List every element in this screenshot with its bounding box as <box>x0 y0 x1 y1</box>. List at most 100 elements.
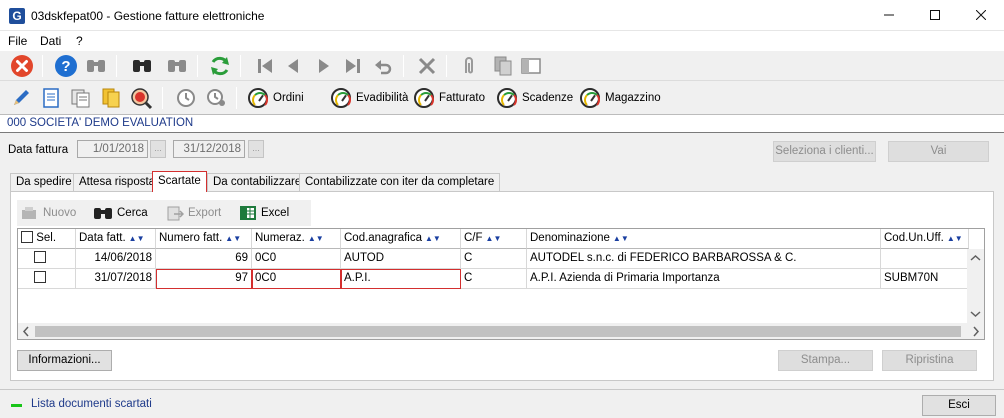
search-tool-button[interactable] <box>83 53 109 79</box>
binoculars-arrow-icon <box>168 60 186 72</box>
document-tool-button[interactable] <box>38 85 64 111</box>
last-record-button[interactable] <box>340 53 366 79</box>
date-from-picker-button[interactable]: ... <box>150 140 166 158</box>
next-record-button[interactable] <box>311 53 337 79</box>
go-button[interactable]: Vai <box>888 141 989 162</box>
scrollbar-thumb[interactable] <box>35 326 961 337</box>
export-button[interactable]: Export <box>166 203 221 223</box>
refresh-tool-button[interactable] <box>207 53 233 79</box>
sort-icon: ▲▼ <box>485 234 502 243</box>
maximize-button[interactable] <box>912 0 958 31</box>
tab-scartate[interactable]: Scartate <box>152 171 207 192</box>
excel-button[interactable]: Excel <box>239 203 289 223</box>
header-sel[interactable]: Sel. <box>18 229 76 249</box>
paperclip-icon <box>465 57 473 74</box>
toolbar-separator <box>240 55 241 77</box>
scroll-down-icon <box>970 311 981 318</box>
informazioni-button[interactable]: Informazioni... <box>17 350 112 371</box>
cell-name: AUTODEL s.n.c. di FEDERICO BARBAROSSA & … <box>527 249 881 269</box>
company-bar: 000 SOCIETA' DEMO EVALUATION <box>0 114 1004 133</box>
binoculars-icon <box>94 208 112 219</box>
find-next-tool-button[interactable] <box>164 53 190 79</box>
previous-record-button[interactable] <box>280 53 306 79</box>
evadibilita-label: Evadibilità <box>356 92 409 104</box>
select-all-checkbox[interactable] <box>21 230 33 243</box>
undo-tool-button[interactable] <box>370 53 396 79</box>
date-to-field[interactable]: 31/12/2018 <box>173 140 245 158</box>
tab-da-spedire[interactable]: Da spedire <box>10 173 78 192</box>
first-record-button[interactable] <box>252 53 278 79</box>
menu-help[interactable]: ? <box>76 34 83 48</box>
header-numeraz[interactable]: Numeraz. ▲▼ <box>252 229 341 249</box>
row-checkbox[interactable] <box>34 270 46 283</box>
attach-tool-button[interactable] <box>456 53 482 79</box>
tab-da-contabilizzare[interactable]: Da contabilizzare <box>207 173 308 192</box>
menu-file[interactable]: File <box>8 34 27 48</box>
fatturato-button[interactable]: Fatturato <box>414 87 485 109</box>
edit-tool-button[interactable] <box>8 85 34 111</box>
scroll-left-icon <box>22 326 29 337</box>
export-icon <box>167 206 184 221</box>
layout-tool-button[interactable] <box>518 53 544 79</box>
tab-contabilizzate-iter[interactable]: Contabilizzate con iter da completare <box>299 173 501 192</box>
table-row[interactable]: 31/07/2018 97 0C0 A.P.I. C A.P.I. Aziend… <box>18 269 984 289</box>
close-window-button[interactable] <box>958 0 1004 31</box>
stampa-button[interactable]: Stampa... <box>778 350 873 371</box>
cerca-button[interactable]: Cerca <box>93 203 148 223</box>
date-from-field[interactable]: 1/01/2018 <box>77 140 148 158</box>
row-checkbox[interactable] <box>34 250 46 263</box>
header-cod-anagrafica[interactable]: Cod.anagrafica ▲▼ <box>341 229 461 249</box>
table-row[interactable]: 14/06/2018 69 0C0 AUTOD C AUTODEL s.n.c.… <box>18 249 984 269</box>
new-button[interactable]: Nuovo <box>21 203 76 223</box>
copy-tool-button[interactable] <box>490 53 516 79</box>
toolbar-separator <box>446 55 447 77</box>
history-person-tool-button[interactable] <box>203 85 229 111</box>
menu-bar: File Dati ? <box>0 31 1004 51</box>
tab-attesa-risposta[interactable]: Attesa risposta <box>73 173 162 192</box>
scadenze-button[interactable]: Scadenze <box>497 87 573 109</box>
previous-icon <box>288 59 298 73</box>
vertical-scrollbar[interactable] <box>967 249 984 323</box>
date-to-picker-button[interactable]: ... <box>248 140 264 158</box>
pencil-icon <box>14 90 29 105</box>
evadibilita-button[interactable]: Evadibilità <box>331 87 408 109</box>
magnifier-face-icon <box>131 88 153 110</box>
header-cod-un-uff[interactable]: Cod.Un.Uff. ▲▼ <box>881 229 969 249</box>
select-clients-button[interactable]: Seleziona i clienti... <box>773 141 876 162</box>
row-select-cell[interactable] <box>18 249 76 269</box>
help-tool-button[interactable]: ? <box>53 53 79 79</box>
scroll-up-icon <box>970 254 981 261</box>
export-label: Export <box>188 207 222 219</box>
zoom-tool-button[interactable] <box>128 85 154 111</box>
folders-tool-button[interactable] <box>98 85 124 111</box>
pages-tool-button[interactable] <box>68 85 94 111</box>
find-tool-button[interactable] <box>129 53 155 79</box>
toolbar-separator <box>197 55 198 77</box>
header-denominazione[interactable]: Denominazione ▲▼ <box>527 229 881 249</box>
new-icon <box>22 207 36 219</box>
svg-text:?: ? <box>61 58 70 75</box>
grid-header: Sel. Data fatt. ▲▼ Numero fatt. ▲▼ Numeraz… <box>18 229 984 249</box>
ordini-button[interactable]: Ordini <box>248 87 304 109</box>
horizontal-scrollbar[interactable] <box>18 323 984 339</box>
row-select-cell[interactable] <box>18 269 76 289</box>
menu-dati[interactable]: Dati <box>40 34 61 48</box>
magazzino-button[interactable]: Magazzino <box>580 87 661 109</box>
clock-history-icon <box>177 89 195 107</box>
sort-icon: ▲▼ <box>307 234 324 243</box>
header-data-fatt[interactable]: Data fatt. ▲▼ <box>76 229 156 249</box>
undo-icon <box>375 60 392 75</box>
cell-cf: C <box>461 249 527 269</box>
delete-tool-button[interactable] <box>414 53 440 79</box>
app-icon: G <box>9 8 25 24</box>
minimize-button[interactable] <box>866 0 912 31</box>
esci-button[interactable]: Esci <box>922 395 996 416</box>
header-numero-fatt[interactable]: Numero fatt. ▲▼ <box>156 229 252 249</box>
header-cf[interactable]: C/F ▲▼ <box>461 229 527 249</box>
exit-tool-button[interactable] <box>9 53 35 79</box>
status-text: Lista documenti scartati <box>31 398 152 410</box>
scadenze-label: Scadenze <box>522 92 574 104</box>
history-tool-button[interactable] <box>173 85 199 111</box>
delete-x-icon <box>418 57 436 75</box>
ripristina-button[interactable]: Ripristina <box>882 350 977 371</box>
